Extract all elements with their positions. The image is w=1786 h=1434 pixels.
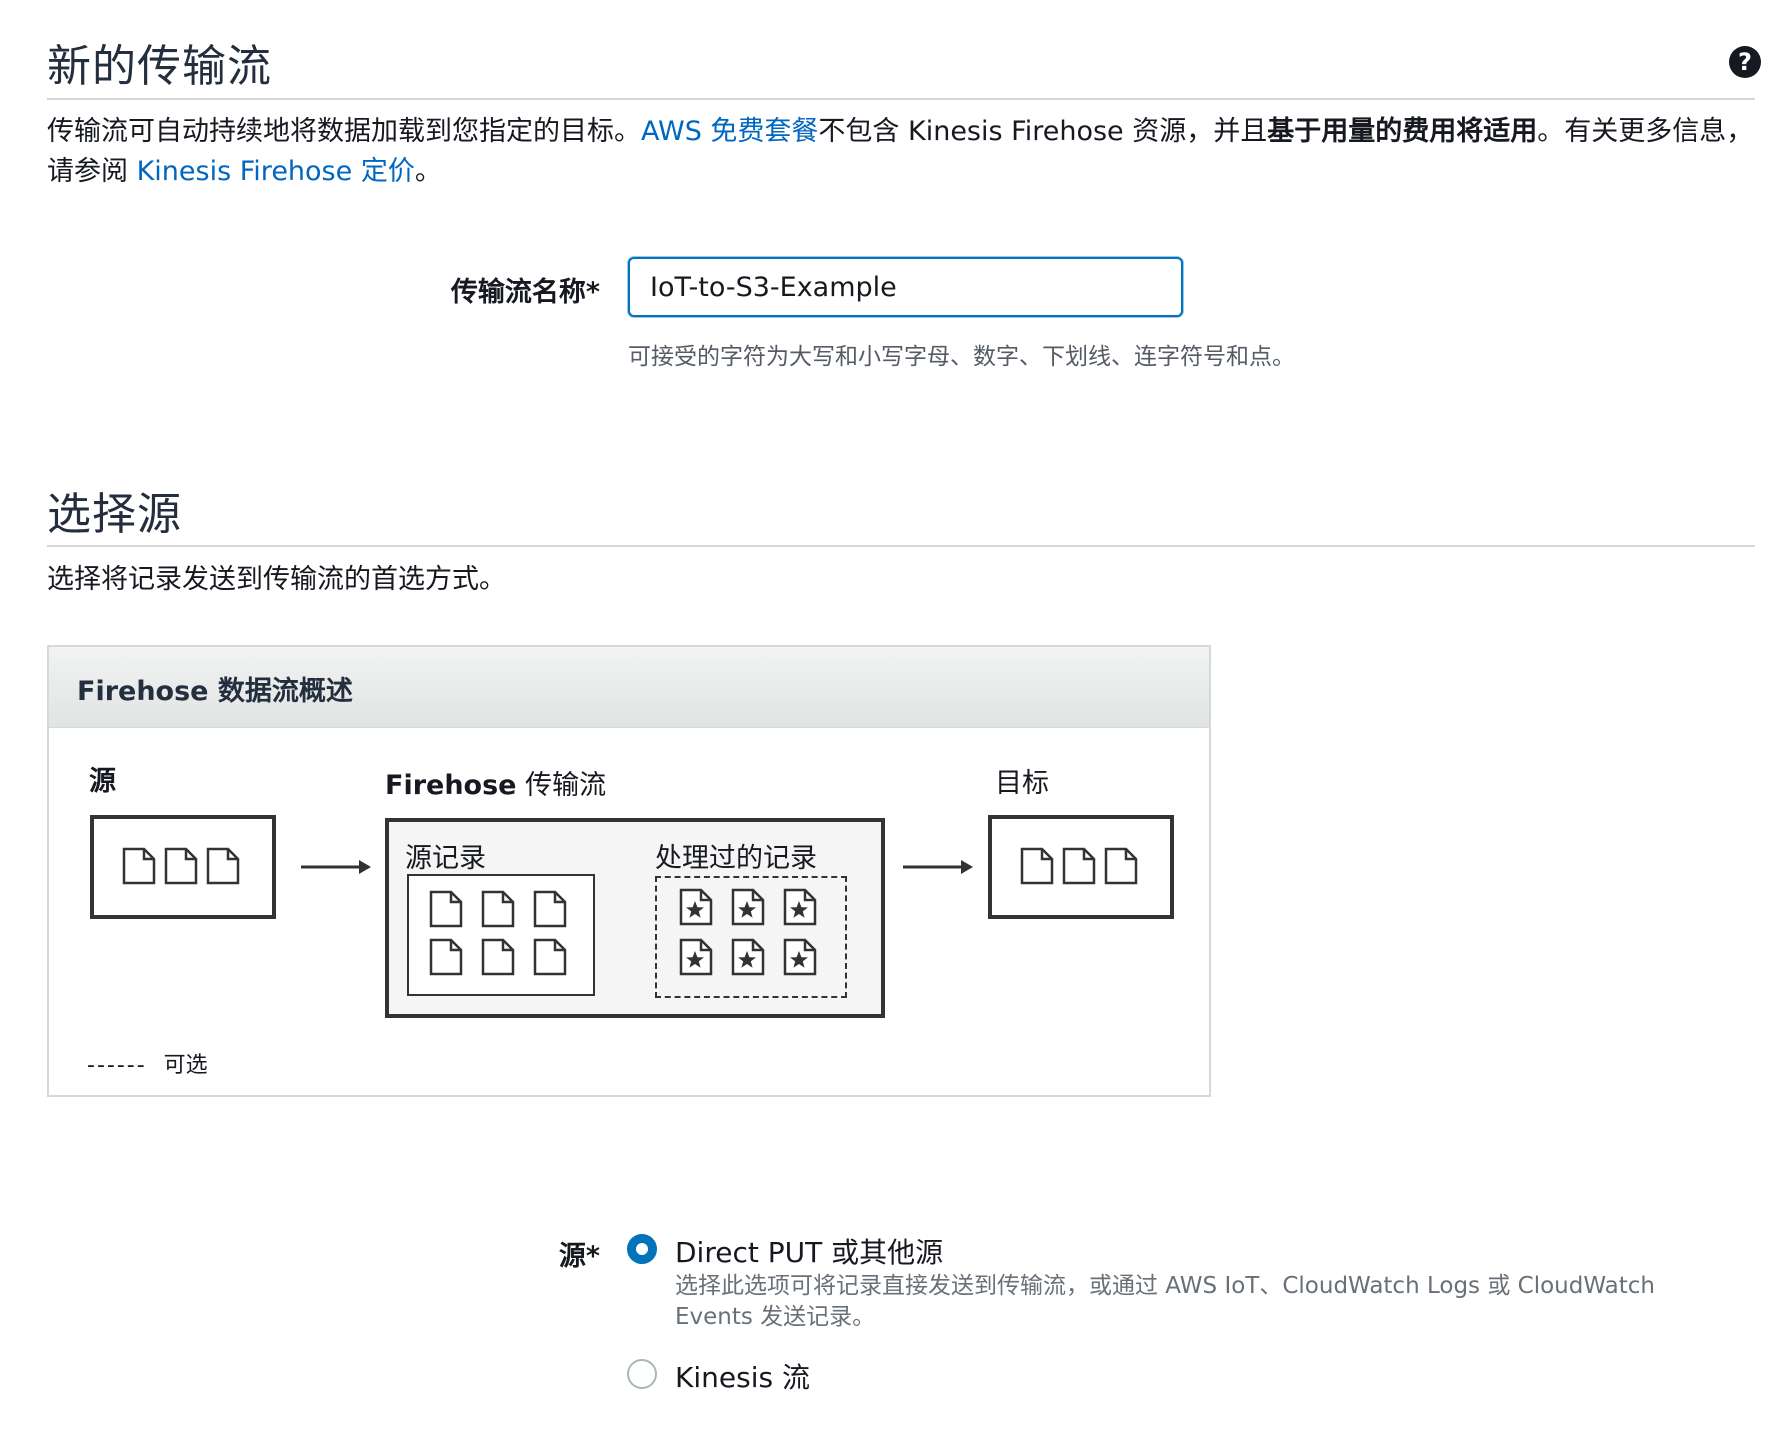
target-box <box>988 815 1174 919</box>
diagram-legend: ------ 可选 <box>87 1047 208 1079</box>
processed-records-label: 处理过的记录 <box>655 843 817 874</box>
radio-button-unselected[interactable] <box>627 1359 657 1389</box>
desc-text-2: 不包含 Kinesis Firehose 资源，并且 <box>818 116 1268 147</box>
legend-text: 可选 <box>163 1053 208 1078</box>
source-records-box <box>407 874 595 996</box>
radio-button-selected[interactable] <box>627 1234 657 1264</box>
document-star-icon <box>679 888 713 926</box>
document-icon <box>1104 847 1138 885</box>
document-star-icon <box>679 938 713 976</box>
section-divider <box>47 98 1755 100</box>
diagram-target-label: 目标 <box>995 768 1049 799</box>
document-icon <box>429 938 463 976</box>
source-docs <box>122 847 240 885</box>
document-star-icon <box>731 888 765 926</box>
document-icon <box>533 938 567 976</box>
radio-option-desc: 选择此选项可将记录直接发送到传输流，或通过 AWS IoT、CloudWatch… <box>675 1273 1655 1330</box>
section-divider <box>47 545 1755 547</box>
firehose-overview-panel: Firehose 数据流概述 源 Firehose 传输流 目标 源记录 处理过… <box>47 645 1211 1097</box>
processed-records-docs <box>679 888 817 976</box>
arrow-right-icon <box>903 860 973 874</box>
source-select-label: 源* <box>558 1241 600 1272</box>
question-circle-icon[interactable]: ? <box>1729 46 1761 78</box>
document-icon <box>481 890 515 928</box>
desc-text-4: 。 <box>414 156 442 187</box>
source-records-docs <box>429 890 567 976</box>
stream-name-input[interactable] <box>628 257 1183 317</box>
document-star-icon <box>783 938 817 976</box>
stream-label-bold: Firehose <box>385 770 517 801</box>
document-icon <box>429 890 463 928</box>
document-icon <box>533 890 567 928</box>
document-star-icon <box>783 888 817 926</box>
diagram-stream-label: Firehose 传输流 <box>385 763 606 802</box>
document-icon <box>164 847 198 885</box>
pricing-link[interactable]: Kinesis Firehose 定价 <box>137 156 415 187</box>
document-icon <box>206 847 240 885</box>
stream-label-rest: 传输流 <box>516 770 607 801</box>
radio-option-label: Kinesis 流 <box>675 1361 810 1394</box>
diagram-source-label: 源 <box>89 766 116 797</box>
document-star-icon <box>731 938 765 976</box>
source-records-label: 源记录 <box>405 843 486 874</box>
desc-bold-text: 基于用量的费用将适用 <box>1267 116 1538 147</box>
target-docs <box>1020 847 1138 885</box>
document-icon <box>122 847 156 885</box>
document-icon <box>1020 847 1054 885</box>
panel-header: Firehose 数据流概述 <box>49 647 1209 728</box>
free-tier-link[interactable]: AWS 免费套餐 <box>641 116 818 147</box>
radio-option-label: Direct PUT 或其他源 <box>675 1236 944 1269</box>
source-section-title: 选择源 <box>47 489 182 540</box>
document-icon <box>481 938 515 976</box>
processed-records-box <box>655 876 847 998</box>
stream-description: 传输流可自动持续地将数据加载到您指定的目标。AWS 免费套餐不包含 Kinesi… <box>47 112 1757 192</box>
stream-name-hint: 可接受的字符为大写和小写字母、数字、下划线、连字符号和点。 <box>628 344 1295 370</box>
panel-title: Firehose 数据流概述 <box>77 676 353 707</box>
source-section-desc: 选择将记录发送到传输流的首选方式。 <box>47 564 506 595</box>
document-icon <box>1062 847 1096 885</box>
stream-name-label: 传输流名称* <box>450 277 600 308</box>
firehose-stream-box: 源记录 处理过的记录 <box>385 818 885 1018</box>
arrow-right-icon <box>301 860 371 874</box>
source-box <box>90 815 276 919</box>
desc-text-1: 传输流可自动持续地将数据加载到您指定的目标。 <box>47 116 641 147</box>
legend-dashes: ------ <box>87 1053 147 1078</box>
page-title: 新的传输流 <box>47 41 272 92</box>
